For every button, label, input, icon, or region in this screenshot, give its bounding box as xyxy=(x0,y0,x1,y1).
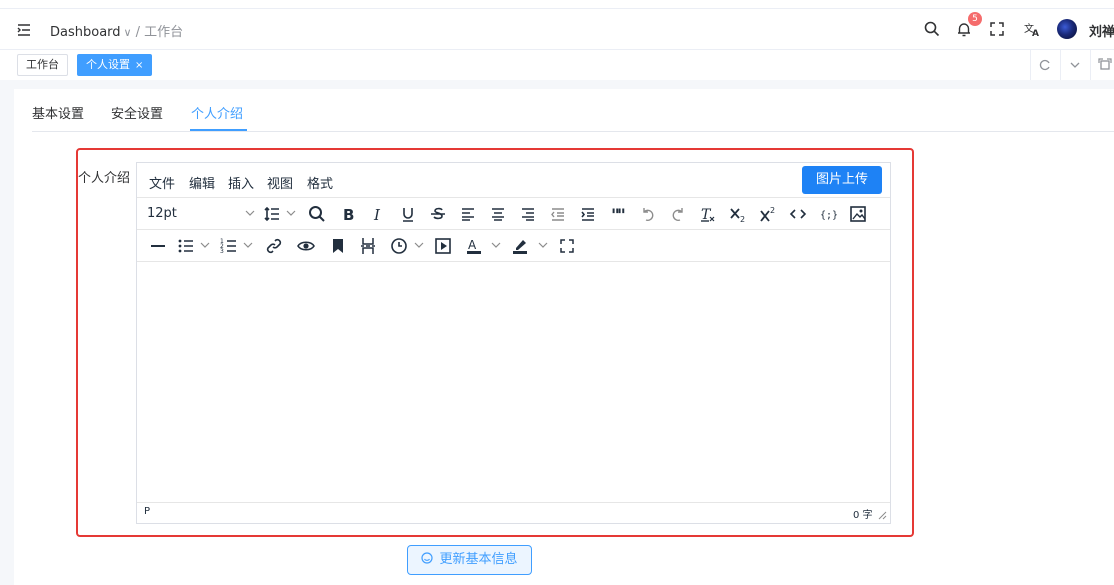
tab-label: 个人设置 xyxy=(86,58,130,71)
tab-basic-settings[interactable]: 基本设置 xyxy=(32,103,84,122)
tabs-bar: 工作台 个人设置 × xyxy=(0,50,1114,80)
close-icon[interactable]: × xyxy=(135,60,143,71)
chevron-down-icon[interactable] xyxy=(1060,50,1089,80)
tab-label: 工作台 xyxy=(26,58,59,71)
breadcrumb-separator: / xyxy=(135,25,140,40)
update-info-button[interactable]: 更新基本信息 xyxy=(407,545,532,575)
refresh-icon[interactable] xyxy=(1030,50,1059,80)
settings-card: 基本设置 安全设置 个人介绍 个人介绍 文件 编辑 插入 视图 格式 图片上传 … xyxy=(14,89,1114,585)
tab-workbench[interactable]: 工作台 xyxy=(17,54,68,76)
breadcrumb-current: 工作台 xyxy=(144,25,184,40)
translate-icon[interactable]: 文A xyxy=(1023,20,1041,39)
tab-personal-settings[interactable]: 个人设置 × xyxy=(77,54,153,76)
notification-badge: 5 xyxy=(968,12,982,26)
chevron-down-icon[interactable]: ∨ xyxy=(124,26,132,39)
app-header: Dashboard ∨ / 工作台 5 文A 刘禅 xyxy=(0,9,1114,50)
user-name[interactable]: 刘禅 xyxy=(1089,21,1114,40)
breadcrumb-dashboard[interactable]: Dashboard xyxy=(50,25,121,40)
top-strip xyxy=(0,0,1114,9)
settings-tabs: 基本设置 安全设置 个人介绍 xyxy=(32,89,1114,132)
breadcrumb: Dashboard ∨ / 工作台 xyxy=(50,21,183,40)
update-info-label: 更新基本信息 xyxy=(439,552,518,567)
fullscreen-icon[interactable] xyxy=(988,20,1006,38)
active-tab-indicator xyxy=(190,129,247,131)
smile-icon xyxy=(421,546,434,574)
highlight-box xyxy=(76,148,914,537)
hamburger-icon[interactable] xyxy=(17,23,31,37)
svg-text:A: A xyxy=(1032,29,1039,38)
maximize-icon[interactable] xyxy=(1090,50,1114,80)
avatar[interactable] xyxy=(1057,19,1077,39)
tab-personal-intro[interactable]: 个人介绍 xyxy=(191,103,243,122)
search-icon[interactable] xyxy=(923,20,941,38)
tab-security-settings[interactable]: 安全设置 xyxy=(111,103,163,122)
